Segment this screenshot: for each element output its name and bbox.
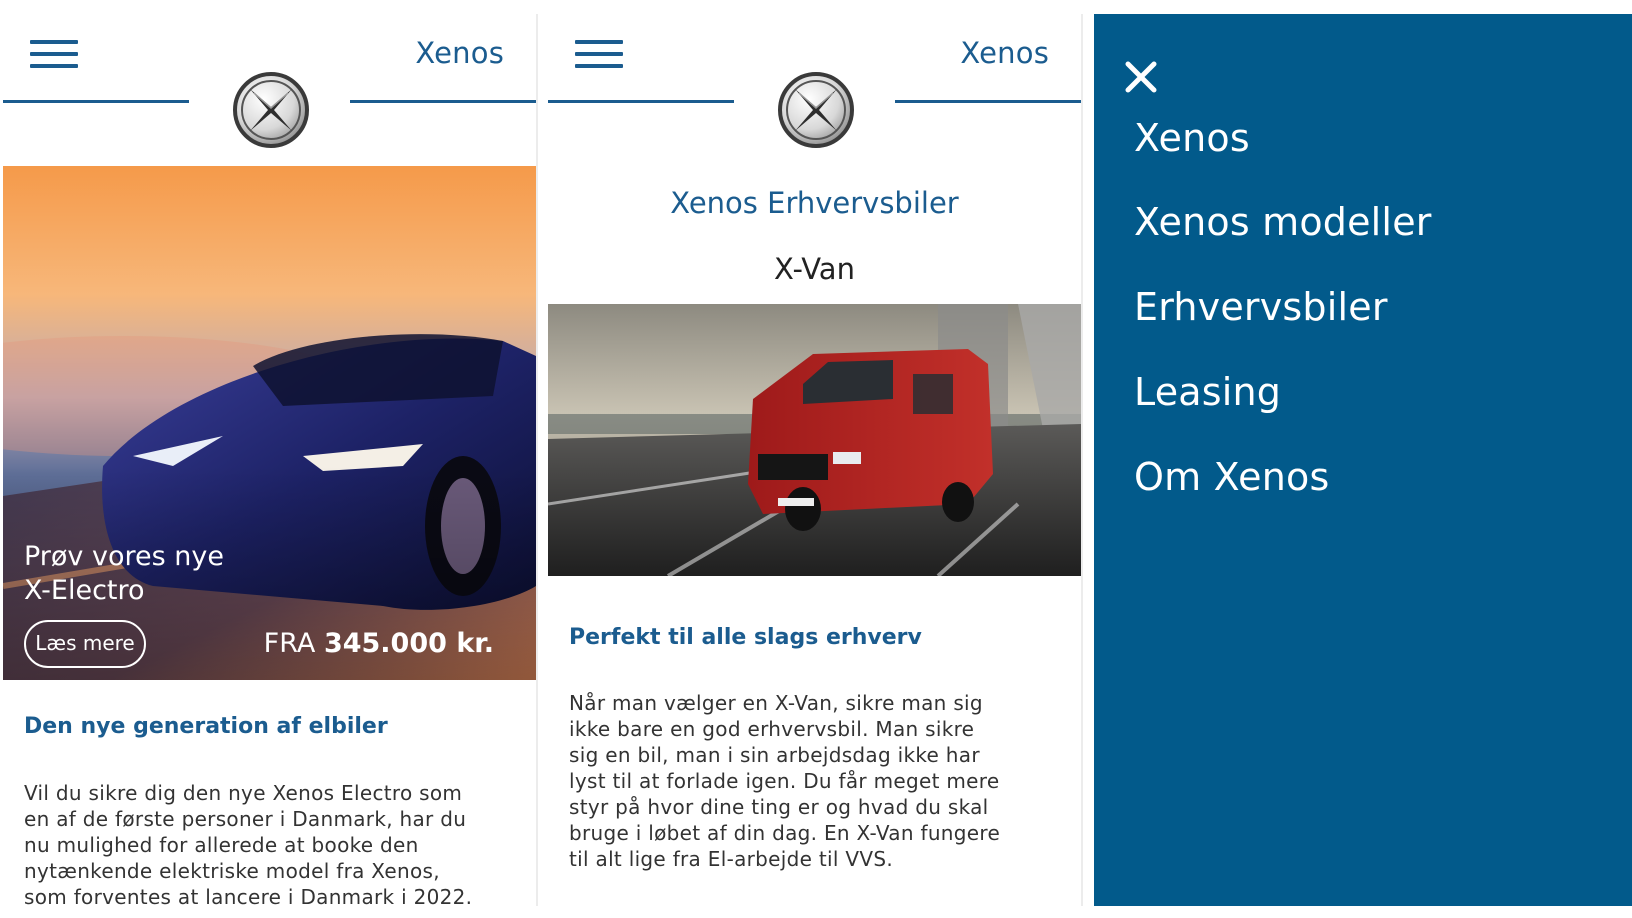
hero-title: Prøv vores nye X-Electro <box>24 540 324 608</box>
panel-divider <box>1081 14 1083 906</box>
xenos-logo-icon[interactable] <box>232 71 310 149</box>
brand-name[interactable]: Xenos <box>960 36 1049 70</box>
body-text: Vil du sikre dig den nye Xenos Electro s… <box>24 781 473 906</box>
price-value: 345.000 kr. <box>323 628 494 659</box>
header-divider-right <box>895 100 1081 103</box>
hero-banner[interactable]: Prøv vores nye X-Electro Læs mere FRA 34… <box>3 166 536 680</box>
menu-item-xenos-modeller[interactable]: Xenos modeller <box>1134 200 1432 244</box>
model-name: X-Van <box>774 252 855 286</box>
hero-title-line1: Prøv vores nye <box>24 541 224 572</box>
brand-name[interactable]: Xenos <box>415 36 504 70</box>
hero-price: FRA 345.000 kr. <box>264 628 494 659</box>
close-icon[interactable] <box>1122 58 1160 96</box>
menu-item-om-xenos[interactable]: Om Xenos <box>1134 455 1329 499</box>
van-image <box>548 304 1081 576</box>
menu-item-leasing[interactable]: Leasing <box>1134 370 1281 414</box>
price-prefix: FRA <box>263 628 316 659</box>
menu-item-xenos[interactable]: Xenos <box>1134 116 1250 160</box>
hero-title-line2: X-Electro <box>24 575 145 606</box>
section-title: Perfekt til alle slags erhverv <box>569 625 922 650</box>
header-divider-left <box>548 100 734 103</box>
xenos-logo-icon[interactable] <box>777 71 855 149</box>
page-heading: Xenos Erhvervsbiler <box>670 186 959 220</box>
hamburger-icon[interactable] <box>575 40 623 68</box>
panel-divider <box>536 14 538 906</box>
header-divider-left <box>3 100 189 103</box>
hamburger-icon[interactable] <box>30 40 78 68</box>
section-title: Den nye generation af elbiler <box>24 714 388 739</box>
body-text: Når man vælger en X-Van, sikre man sig i… <box>569 691 1001 871</box>
home-screen: Xenos Prøv vores nye X-Electro Læs mere … <box>3 14 536 906</box>
read-more-button[interactable]: Læs mere <box>24 620 146 668</box>
nav-menu-overlay: Xenos Xenos modeller Erhvervsbiler Leasi… <box>1094 14 1632 906</box>
header-divider-right <box>350 100 536 103</box>
menu-item-erhvervsbiler[interactable]: Erhvervsbiler <box>1134 285 1388 329</box>
business-cars-screen: Xenos Xenos Erhvervsbiler X-Van Perfekt … <box>548 14 1081 906</box>
